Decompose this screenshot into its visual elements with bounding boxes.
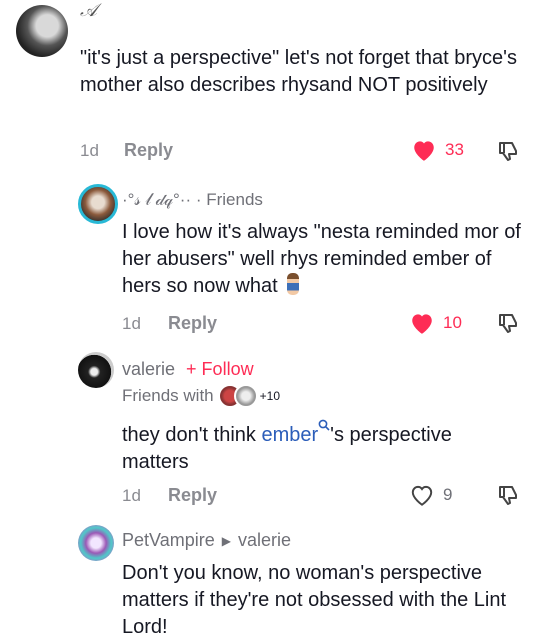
search-icon bbox=[318, 419, 330, 431]
comment-time: 1d bbox=[80, 141, 99, 160]
dislike-button[interactable] bbox=[496, 139, 520, 168]
mention-link[interactable]: ember bbox=[261, 419, 330, 446]
thumbs-down-icon bbox=[499, 314, 517, 333]
comment-username[interactable]: valerie + Follow bbox=[122, 359, 254, 380]
heart-outline-icon bbox=[411, 485, 433, 506]
comment-text: I love how it's always "nesta reminded m… bbox=[122, 219, 522, 300]
emoji-person-icon bbox=[287, 273, 300, 295]
follow-button[interactable]: + Follow bbox=[186, 359, 254, 379]
avatar[interactable] bbox=[78, 184, 118, 224]
like-button[interactable]: 33 bbox=[411, 138, 464, 162]
friend-avatar[interactable] bbox=[233, 384, 258, 408]
avatar[interactable] bbox=[78, 525, 114, 561]
username-text: PetVampire bbox=[122, 530, 215, 550]
comment-text: Don't you know, no woman's perspective m… bbox=[122, 562, 507, 638]
like-count: 33 bbox=[445, 140, 464, 159]
friends-more-count[interactable]: +10 bbox=[260, 389, 280, 403]
avatar[interactable] bbox=[16, 5, 68, 57]
comment-text: they don't think ember's perspective mat… bbox=[122, 419, 522, 476]
friends-with: Friends with +10 bbox=[122, 384, 280, 408]
friends-with-label: Friends with bbox=[122, 386, 214, 405]
comment-username[interactable]: PetVampire ▶ valerie bbox=[122, 530, 291, 551]
mention-text: ember bbox=[261, 424, 319, 446]
comment-time: 1d bbox=[122, 314, 141, 333]
dislike-button[interactable] bbox=[496, 311, 520, 340]
comment-text-content: I love how it's always "nesta reminded m… bbox=[122, 221, 521, 297]
reply-to-username[interactable]: valerie bbox=[238, 530, 291, 551]
comment-time: 1d bbox=[122, 486, 141, 505]
like-count: 10 bbox=[443, 313, 462, 332]
reply-button[interactable]: Reply bbox=[168, 485, 217, 506]
reply-button[interactable]: Reply bbox=[124, 140, 173, 161]
comment-text: "it's just a perspective" let's not forg… bbox=[80, 47, 517, 96]
comment-text-before: they don't think bbox=[122, 424, 262, 446]
heart-icon bbox=[414, 141, 434, 161]
heart-icon bbox=[412, 314, 432, 334]
thumbs-down-icon bbox=[499, 142, 517, 161]
username-text: valerie bbox=[122, 359, 176, 379]
like-button[interactable]: 9 bbox=[409, 483, 452, 507]
reply-button[interactable]: Reply bbox=[168, 313, 217, 334]
comment-username[interactable]: 𝒜 bbox=[80, 0, 97, 21]
avatar[interactable] bbox=[78, 352, 114, 388]
like-count: 9 bbox=[443, 485, 453, 504]
reply-arrow-icon: ▶ bbox=[221, 533, 231, 548]
dislike-button[interactable] bbox=[496, 483, 520, 512]
like-button[interactable]: 10 bbox=[409, 311, 462, 335]
comment-username[interactable]: ·°𝓈 𝓁 𝒹𝓆°·· · Friends bbox=[122, 190, 263, 210]
thumbs-down-icon bbox=[499, 486, 517, 505]
